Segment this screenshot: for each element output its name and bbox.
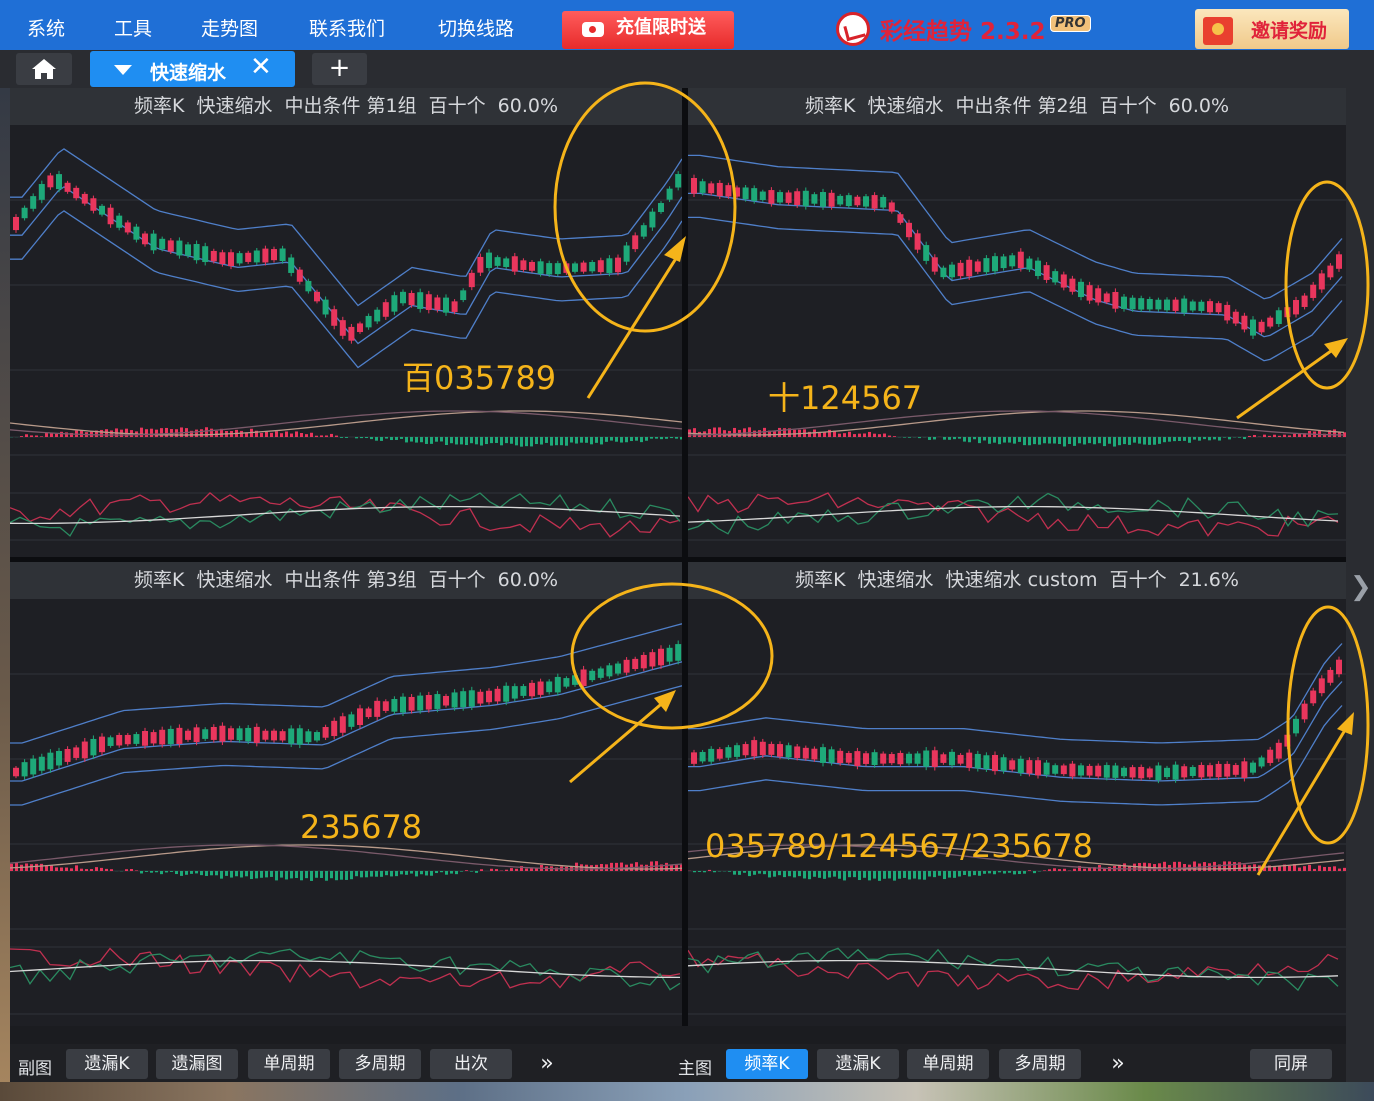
main-more-button[interactable]: » (1098, 1049, 1138, 1079)
title-part: 快速缩水 (196, 95, 273, 117)
menu-tools[interactable]: 工具 (114, 14, 152, 41)
title-part: 百十个 (428, 95, 486, 117)
main-frequency-k-button[interactable]: 频率K (726, 1049, 808, 1079)
annotation-label: 235678 (300, 808, 423, 846)
main-missing-k-button[interactable]: 遗漏K (817, 1049, 899, 1079)
same-screen-button[interactable]: 同屏 (1250, 1049, 1332, 1079)
panel-title: 频率K 快速缩水 快速缩水 custom 百十个 21.6% (688, 562, 1346, 599)
frequency-k-chart[interactable] (688, 125, 1346, 557)
sub-chart-label: 副图 (18, 1059, 52, 1079)
panel-title: 频率K 快速缩水 中出条件 第2组 百十个 60.0% (688, 88, 1346, 125)
frequency-k-chart[interactable] (688, 599, 1346, 1026)
title-part: 频率K (805, 95, 856, 117)
sub-single-period-button[interactable]: 单周期 (248, 1049, 330, 1079)
home-button[interactable] (16, 53, 72, 85)
invite-reward-button[interactable]: 邀请奖励 (1195, 9, 1349, 49)
tab-bar: 快速缩水 ✕ + (0, 50, 1374, 88)
desktop-background-bottom (0, 1082, 1374, 1101)
title-part: 60.0% (1168, 95, 1229, 117)
main-chart-label: 主图 (678, 1059, 712, 1079)
tab-close-icon[interactable]: ✕ (250, 52, 272, 82)
title-part: 频率K (134, 95, 185, 117)
title-part: 60.0% (497, 569, 558, 591)
bottom-toolbar: 副图 遗漏K 遗漏图 单周期 多周期 出次 » 主图 频率K 遗漏K 单周期 多… (10, 1044, 1346, 1082)
app-logo-icon (836, 12, 870, 46)
title-part: 频率K (795, 569, 846, 591)
main-multi-period-button[interactable]: 多周期 (999, 1049, 1081, 1079)
tab-label: 快速缩水 (150, 62, 227, 84)
sub-missing-k-button[interactable]: 遗漏K (66, 1049, 148, 1079)
title-part: 60.0% (497, 95, 558, 117)
panel-title: 频率K 快速缩水 中出条件 第1组 百十个 60.0% (10, 88, 682, 125)
chart-panel-1[interactable]: 频率K 快速缩水 中出条件 第1组 百十个 60.0% (10, 88, 682, 557)
app-window: ❯ 系统 工具 走势图 联系我们 切换线路 充值限时送 彩经趋势 2.3.2 P… (0, 0, 1374, 1101)
menu-bar: 系统 工具 走势图 联系我们 切换线路 充值限时送 彩经趋势 2.3.2 PRO… (0, 0, 1374, 50)
next-page-chevron-icon[interactable]: ❯ (1350, 572, 1372, 602)
chart-grid: 频率K 快速缩水 中出条件 第1组 百十个 60.0% 频率K 快速缩水 中出条件 第2组百… (10, 88, 1346, 1026)
menu-trend-chart[interactable]: 走势图 (201, 14, 258, 41)
recharge-icon (582, 22, 604, 37)
chart-panel-4[interactable]: 频率K 快速缩水 快速缩水 custom 百十个 21.6% (688, 562, 1346, 1026)
sub-multi-period-button[interactable]: 多周期 (339, 1049, 421, 1079)
title-part: 快速缩水 (867, 95, 944, 117)
title-part: 百十个 (1109, 569, 1167, 591)
chart-panel-3[interactable]: 频率K 快速缩水 中出条件 第3组 百十个 60.0% (10, 562, 682, 1026)
sub-missing-chart-button[interactable]: 遗漏图 (156, 1049, 238, 1079)
desktop-background (0, 88, 10, 1101)
annotation-label: 035789/124567/235678 (705, 827, 1094, 865)
recharge-promo-label: 充值限时送 (616, 17, 706, 38)
annotation-label: 百035789 (402, 359, 557, 397)
title-part: 21.6% (1178, 569, 1239, 591)
recharge-promo-button[interactable]: 充值限时送 (562, 11, 734, 49)
frequency-k-chart[interactable] (10, 125, 682, 557)
title-part: 百十个 (428, 569, 486, 591)
title-part: 频率K (134, 569, 185, 591)
panel-title: 频率K 快速缩水 中出条件 第3组 百十个 60.0% (10, 562, 682, 599)
main-single-period-button[interactable]: 单周期 (907, 1049, 989, 1079)
title-part: 快速缩水 (196, 569, 273, 591)
title-part: 百十个 (1099, 95, 1157, 117)
invite-reward-label: 邀请奖励 (1251, 20, 1328, 42)
annotation-label: 十124567 (768, 379, 923, 417)
tab-quick-shrink[interactable]: 快速缩水 ✕ (90, 51, 295, 87)
home-icon (32, 59, 56, 79)
sub-more-button[interactable]: » (527, 1049, 567, 1079)
title-part: 中出条件 第1组 (284, 95, 417, 117)
sub-occurrence-button[interactable]: 出次 (430, 1049, 512, 1079)
title-part: 中出条件 第3组 (284, 569, 417, 591)
tab-dropdown-icon[interactable] (114, 65, 132, 75)
pro-badge: PRO (1050, 15, 1091, 32)
menu-contact-us[interactable]: 联系我们 (309, 14, 385, 41)
chart-panel-2[interactable]: 频率K 快速缩水 中出条件 第2组 百十个 60.0% (688, 88, 1346, 557)
horizontal-divider (10, 557, 1346, 562)
add-tab-button[interactable]: + (312, 53, 367, 85)
title-part: 中出条件 第2组 (955, 95, 1088, 117)
title-part: 快速缩水 custom (945, 569, 1098, 591)
menu-switch-line[interactable]: 切换线路 (438, 14, 514, 41)
menu-system[interactable]: 系统 (27, 14, 65, 41)
red-envelope-icon (1203, 17, 1233, 45)
title-part: 快速缩水 (857, 569, 934, 591)
app-title: 彩经趋势 2.3.2 (880, 19, 1046, 45)
